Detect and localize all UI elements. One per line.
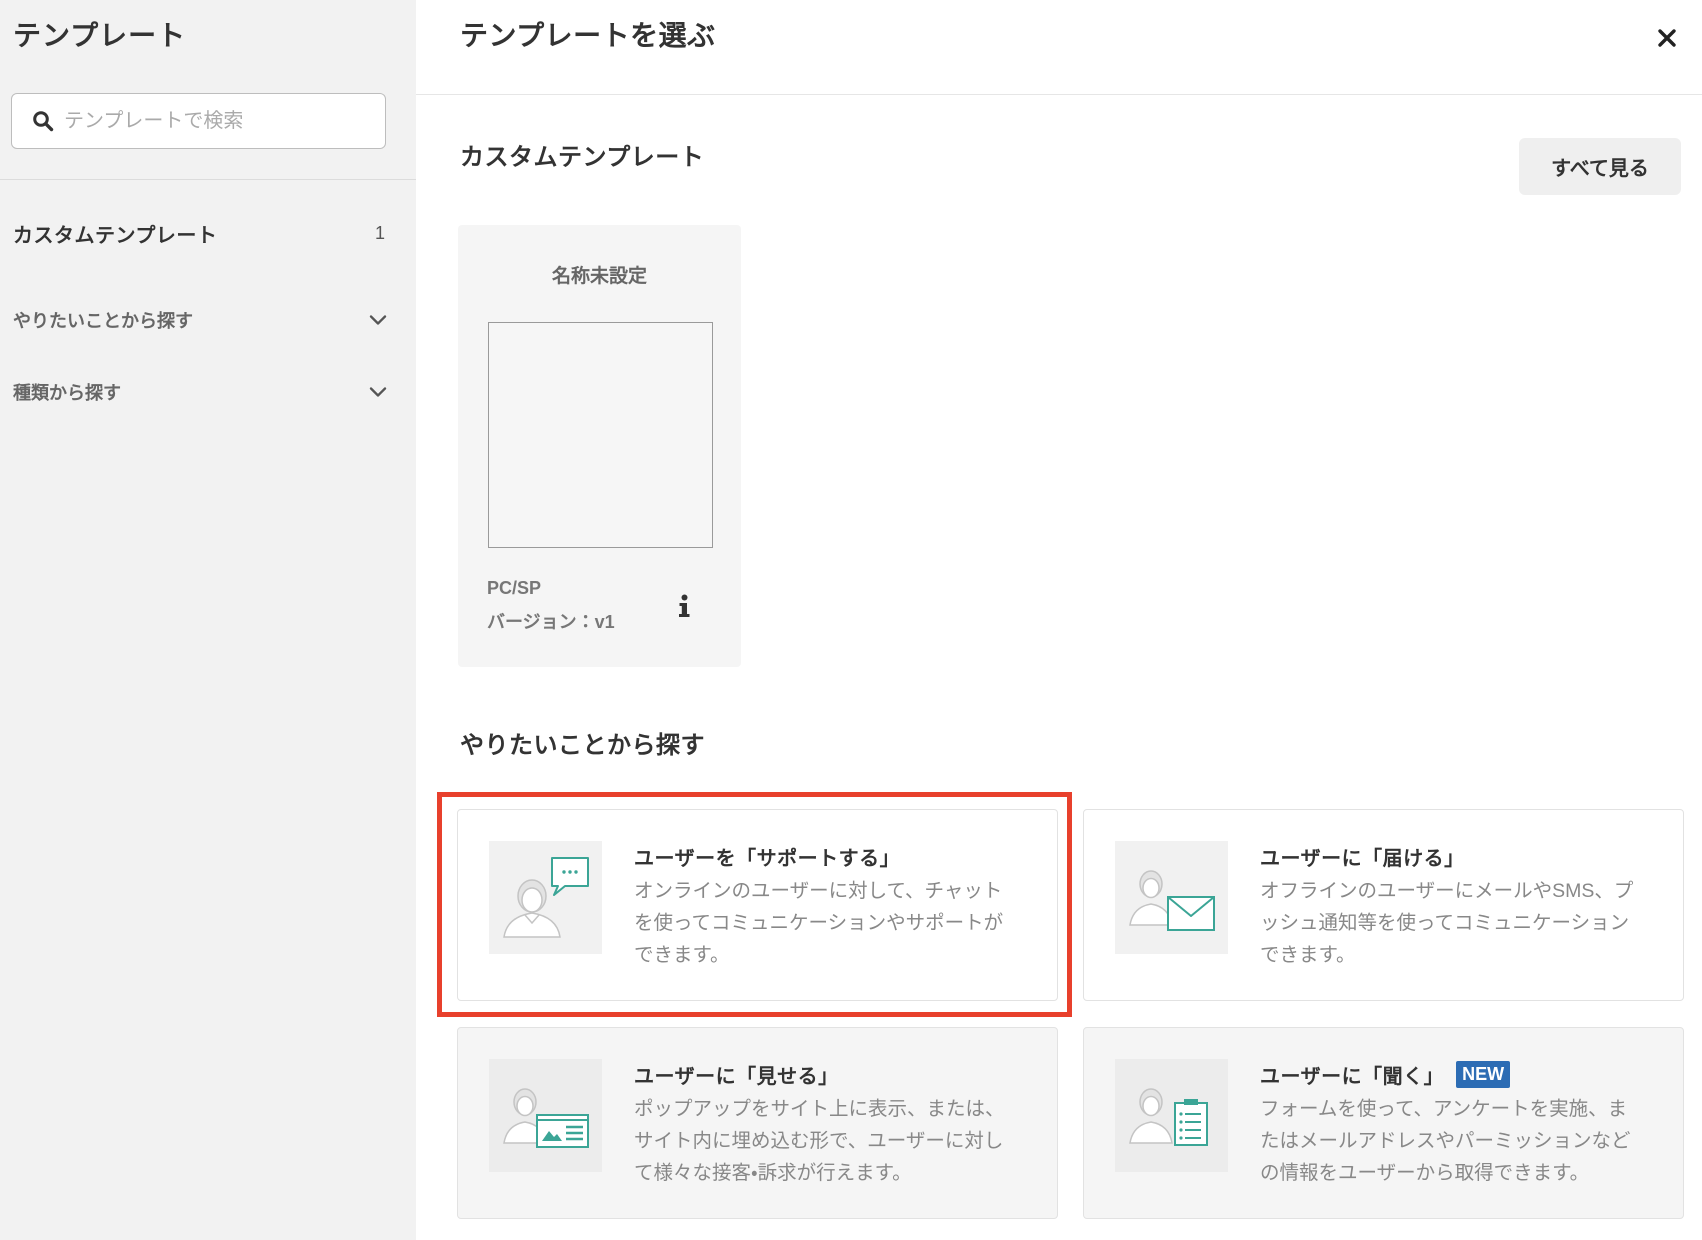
card-title-row: ユーザーに「届ける」 bbox=[1260, 841, 1465, 871]
card-title: ユーザーに「見せる」 bbox=[634, 1065, 839, 1088]
template-device: PC/SP bbox=[487, 578, 542, 598]
card-title: ユーザーに「届ける」 bbox=[1260, 847, 1465, 870]
template-version: バージョン：v1 bbox=[487, 612, 615, 632]
search-input[interactable] bbox=[12, 94, 385, 148]
icon-tile bbox=[1115, 1059, 1228, 1172]
new-badge: NEW bbox=[1456, 1060, 1511, 1088]
purpose-card-deliver[interactable]: ユーザーに「届ける」 オフラインのユーザーにメールやSMS、プッシュ通知等を使っ… bbox=[1083, 809, 1684, 1001]
sidebar-item-label: カスタムテンプレート bbox=[13, 224, 218, 247]
card-description: オフラインのユーザーにメールやSMS、プッシュ通知等を使ってコミュニケーションで… bbox=[1260, 880, 1634, 966]
see-all-button[interactable]: すべて見る bbox=[1519, 138, 1681, 195]
info-icon[interactable] bbox=[676, 594, 692, 618]
person-clipboard-icon bbox=[1129, 1088, 1208, 1146]
sidebar-item-label: 種類から探す bbox=[13, 383, 121, 403]
section-title-custom: カスタムテンプレート bbox=[460, 144, 705, 171]
sidebar-item-count: 1 bbox=[374, 222, 385, 243]
template-preview bbox=[488, 322, 713, 548]
sidebar-title: テンプレート bbox=[13, 20, 187, 51]
person-image-card-icon bbox=[503, 1088, 589, 1148]
purpose-card-support[interactable]: ユーザーを「サポートする」 オンラインのユーザーに対して、チャットを使ってコミュ… bbox=[457, 809, 1058, 1001]
chevron-down-icon bbox=[369, 387, 387, 397]
page-title: テンプレートを選ぶ bbox=[460, 20, 716, 51]
card-description: ポップアップをサイト上に表示、または、サイト内に埋め込む形で、ユーザーに対して様… bbox=[634, 1098, 1005, 1184]
icon-tile bbox=[489, 1059, 602, 1172]
icon-tile bbox=[489, 841, 602, 954]
sidebar-item-label: やりたいことから探す bbox=[13, 311, 193, 331]
sidebar: テンプレート カスタムテンプレート 1 やりたいことから探す 種類から探す bbox=[0, 0, 416, 1240]
sidebar-item-by-purpose[interactable]: やりたいことから探す bbox=[13, 300, 391, 340]
purpose-card-show[interactable]: ユーザーに「見せる」 ポップアップをサイト上に表示、または、サイト内に埋め込む形… bbox=[457, 1027, 1058, 1219]
sidebar-divider bbox=[0, 179, 416, 180]
sidebar-item-custom-templates[interactable]: カスタムテンプレート 1 bbox=[13, 213, 391, 253]
close-icon[interactable] bbox=[1654, 25, 1680, 51]
card-title-row: ユーザーに「見せる」 bbox=[634, 1059, 839, 1089]
purpose-card-ask[interactable]: ユーザーに「聞く」 NEW フォームを使って、アンケートを実施、またはメールアド… bbox=[1083, 1027, 1684, 1219]
template-card[interactable]: 名称未設定 PC/SP バージョン：v1 bbox=[458, 225, 741, 667]
card-description: オンラインのユーザーに対して、チャットを使ってコミュニケーションやサポートができ… bbox=[634, 880, 1004, 966]
template-name: 名称未設定 bbox=[551, 266, 647, 287]
header-divider bbox=[416, 94, 1702, 95]
section-title-purpose: やりたいことから探す bbox=[460, 732, 705, 759]
sidebar-item-by-type[interactable]: 種類から探す bbox=[13, 372, 391, 412]
search-box[interactable] bbox=[11, 93, 386, 149]
person-chat-bubble-icon bbox=[503, 857, 589, 938]
card-title-row: ユーザーに「聞く」 NEW bbox=[1260, 1059, 1511, 1089]
card-description: フォームを使って、アンケートを実施、またはメールアドレスやパーミッションなどの情… bbox=[1260, 1098, 1631, 1184]
chevron-down-icon bbox=[369, 315, 387, 325]
card-title: ユーザーを「サポートする」 bbox=[634, 847, 901, 870]
card-title: ユーザーに「聞く」 bbox=[1260, 1065, 1445, 1088]
icon-tile bbox=[1115, 841, 1228, 954]
person-envelope-icon bbox=[1129, 870, 1215, 931]
card-title-row: ユーザーを「サポートする」 bbox=[634, 841, 900, 871]
